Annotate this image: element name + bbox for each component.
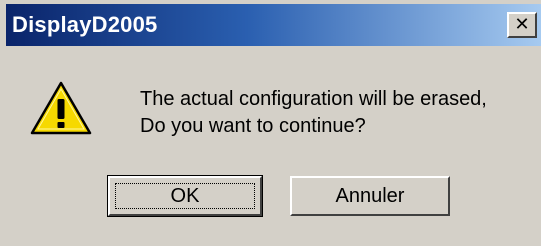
message-text: The actual configuration will be erased,…	[140, 86, 536, 140]
message-line-1: The actual configuration will be erased,	[140, 88, 487, 110]
ok-button-label: OK	[170, 184, 200, 207]
close-button[interactable]: ✕	[507, 12, 537, 38]
warning-icon	[30, 81, 92, 135]
message-line-2: Do you want to continue?	[140, 115, 366, 137]
close-icon: ✕	[514, 14, 530, 35]
window-title: DisplayD2005	[12, 12, 158, 37]
title-bar[interactable]: DisplayD2005 ✕	[6, 4, 541, 46]
ok-button[interactable]: OK	[107, 175, 263, 217]
message-dialog: DisplayD2005 ✕ The actual configuration …	[0, 0, 541, 246]
cancel-button[interactable]: Annuler	[290, 176, 450, 216]
cancel-button-label: Annuler	[335, 184, 405, 207]
